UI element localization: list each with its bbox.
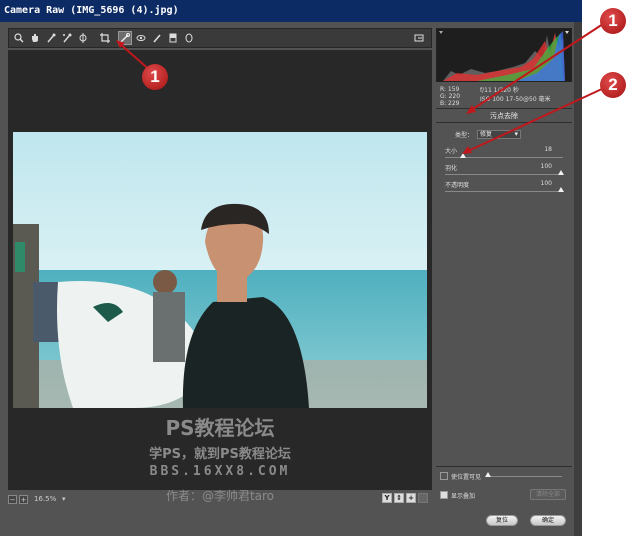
toggle-button[interactable] [418, 493, 428, 503]
clear-all-button[interactable]: 清除全部 [530, 489, 566, 500]
visualize-slider-track[interactable] [486, 476, 562, 477]
color-sampler-icon[interactable] [60, 31, 74, 45]
type-label: 类型： [455, 132, 474, 139]
zoom-level[interactable]: 16.5% [34, 495, 56, 503]
visualize-spots-checkbox[interactable] [440, 472, 448, 480]
radial-filter-icon[interactable] [182, 31, 196, 45]
ok-button[interactable]: 确定 [530, 515, 566, 526]
separator [436, 466, 572, 467]
type-select[interactable]: 修复 [477, 130, 522, 139]
watermark-url: BBS.16XX8.COM [149, 464, 291, 479]
size-value[interactable]: 18 [528, 146, 552, 153]
red-value: R: 159 [440, 86, 460, 93]
size-slider-thumb[interactable] [460, 153, 466, 158]
feather-label: 羽化 [445, 165, 458, 172]
exposure-info: f/11 1/320 秒 [480, 87, 519, 94]
spot-removal-icon[interactable] [118, 31, 132, 45]
callout-1-badge: 1 [142, 64, 168, 90]
red-eye-icon[interactable] [134, 31, 148, 45]
copy-settings-button[interactable]: + [406, 493, 416, 503]
target-adjust-icon[interactable] [76, 31, 90, 45]
before-after-button[interactable]: Y [382, 493, 392, 503]
watermark: PS教程论坛 学PS，就到PS教程论坛 BBS.16XX8.COM 作者：@李帅… [8, 410, 432, 504]
watermark-slogan: 学PS，就到PS教程论坛 [149, 447, 291, 462]
window-title: Camera Raw (IMG_5696 (4).jpg) [0, 0, 582, 22]
feather-value[interactable]: 100 [528, 163, 552, 170]
opacity-value[interactable]: 100 [528, 180, 552, 187]
bottom-bar: − + 16.5% ▾ Y ⇕ + [8, 492, 432, 506]
zoom-menu-icon[interactable]: ▾ [59, 495, 68, 504]
separator [436, 122, 572, 123]
callout-2-badge: 2 [600, 72, 626, 98]
separator [436, 108, 572, 109]
camera-info: f/11 1/320 秒 ISO 100 17-50@50 毫米 [480, 86, 551, 104]
view-mode-buttons: Y ⇕ + [380, 493, 428, 503]
graduated-filter-icon[interactable] [166, 31, 180, 45]
preview-photo[interactable] [13, 132, 427, 408]
opacity-slider-track[interactable] [445, 191, 563, 192]
opacity-label: 不透明度 [445, 182, 470, 189]
zoom-in-button[interactable]: + [19, 494, 28, 504]
watermark-title: PS教程论坛 [165, 416, 275, 440]
preferences-icon[interactable] [412, 31, 426, 45]
zoom-out-button[interactable]: − [8, 494, 17, 504]
show-overlay-checkbox[interactable] [440, 491, 448, 499]
callout-1-badge-panel: 1 [600, 8, 626, 34]
feather-slider-thumb[interactable] [558, 170, 564, 175]
window-edge [574, 22, 582, 536]
type-row: 类型： 修复 [455, 130, 522, 139]
white-balance-icon[interactable] [44, 31, 58, 45]
zoom-icon[interactable] [12, 31, 26, 45]
hand-icon[interactable] [28, 31, 42, 45]
visualize-slider-thumb[interactable] [485, 472, 491, 477]
opacity-slider-thumb[interactable] [558, 187, 564, 192]
swap-button[interactable]: ⇕ [394, 493, 404, 503]
show-overlay-label: 显示叠加 [451, 493, 476, 500]
size-label: 大小 [445, 148, 458, 155]
feather-slider-track[interactable] [445, 174, 563, 175]
rgb-readout: R: 159 G: 220 B: 229 [440, 86, 460, 107]
toolbar [8, 28, 432, 48]
adjustment-brush-icon[interactable] [150, 31, 164, 45]
visualize-spots-label: 使位置可见 [451, 474, 482, 481]
crop-icon[interactable] [98, 31, 112, 45]
green-value: G: 220 [440, 93, 461, 100]
reset-button[interactable]: 复位 [486, 515, 518, 526]
iso-info: ISO 100 17-50@50 毫米 [480, 96, 551, 103]
histogram [436, 28, 572, 82]
panel-title: 污点去除 [490, 112, 518, 120]
blue-value: B: 229 [440, 100, 460, 107]
